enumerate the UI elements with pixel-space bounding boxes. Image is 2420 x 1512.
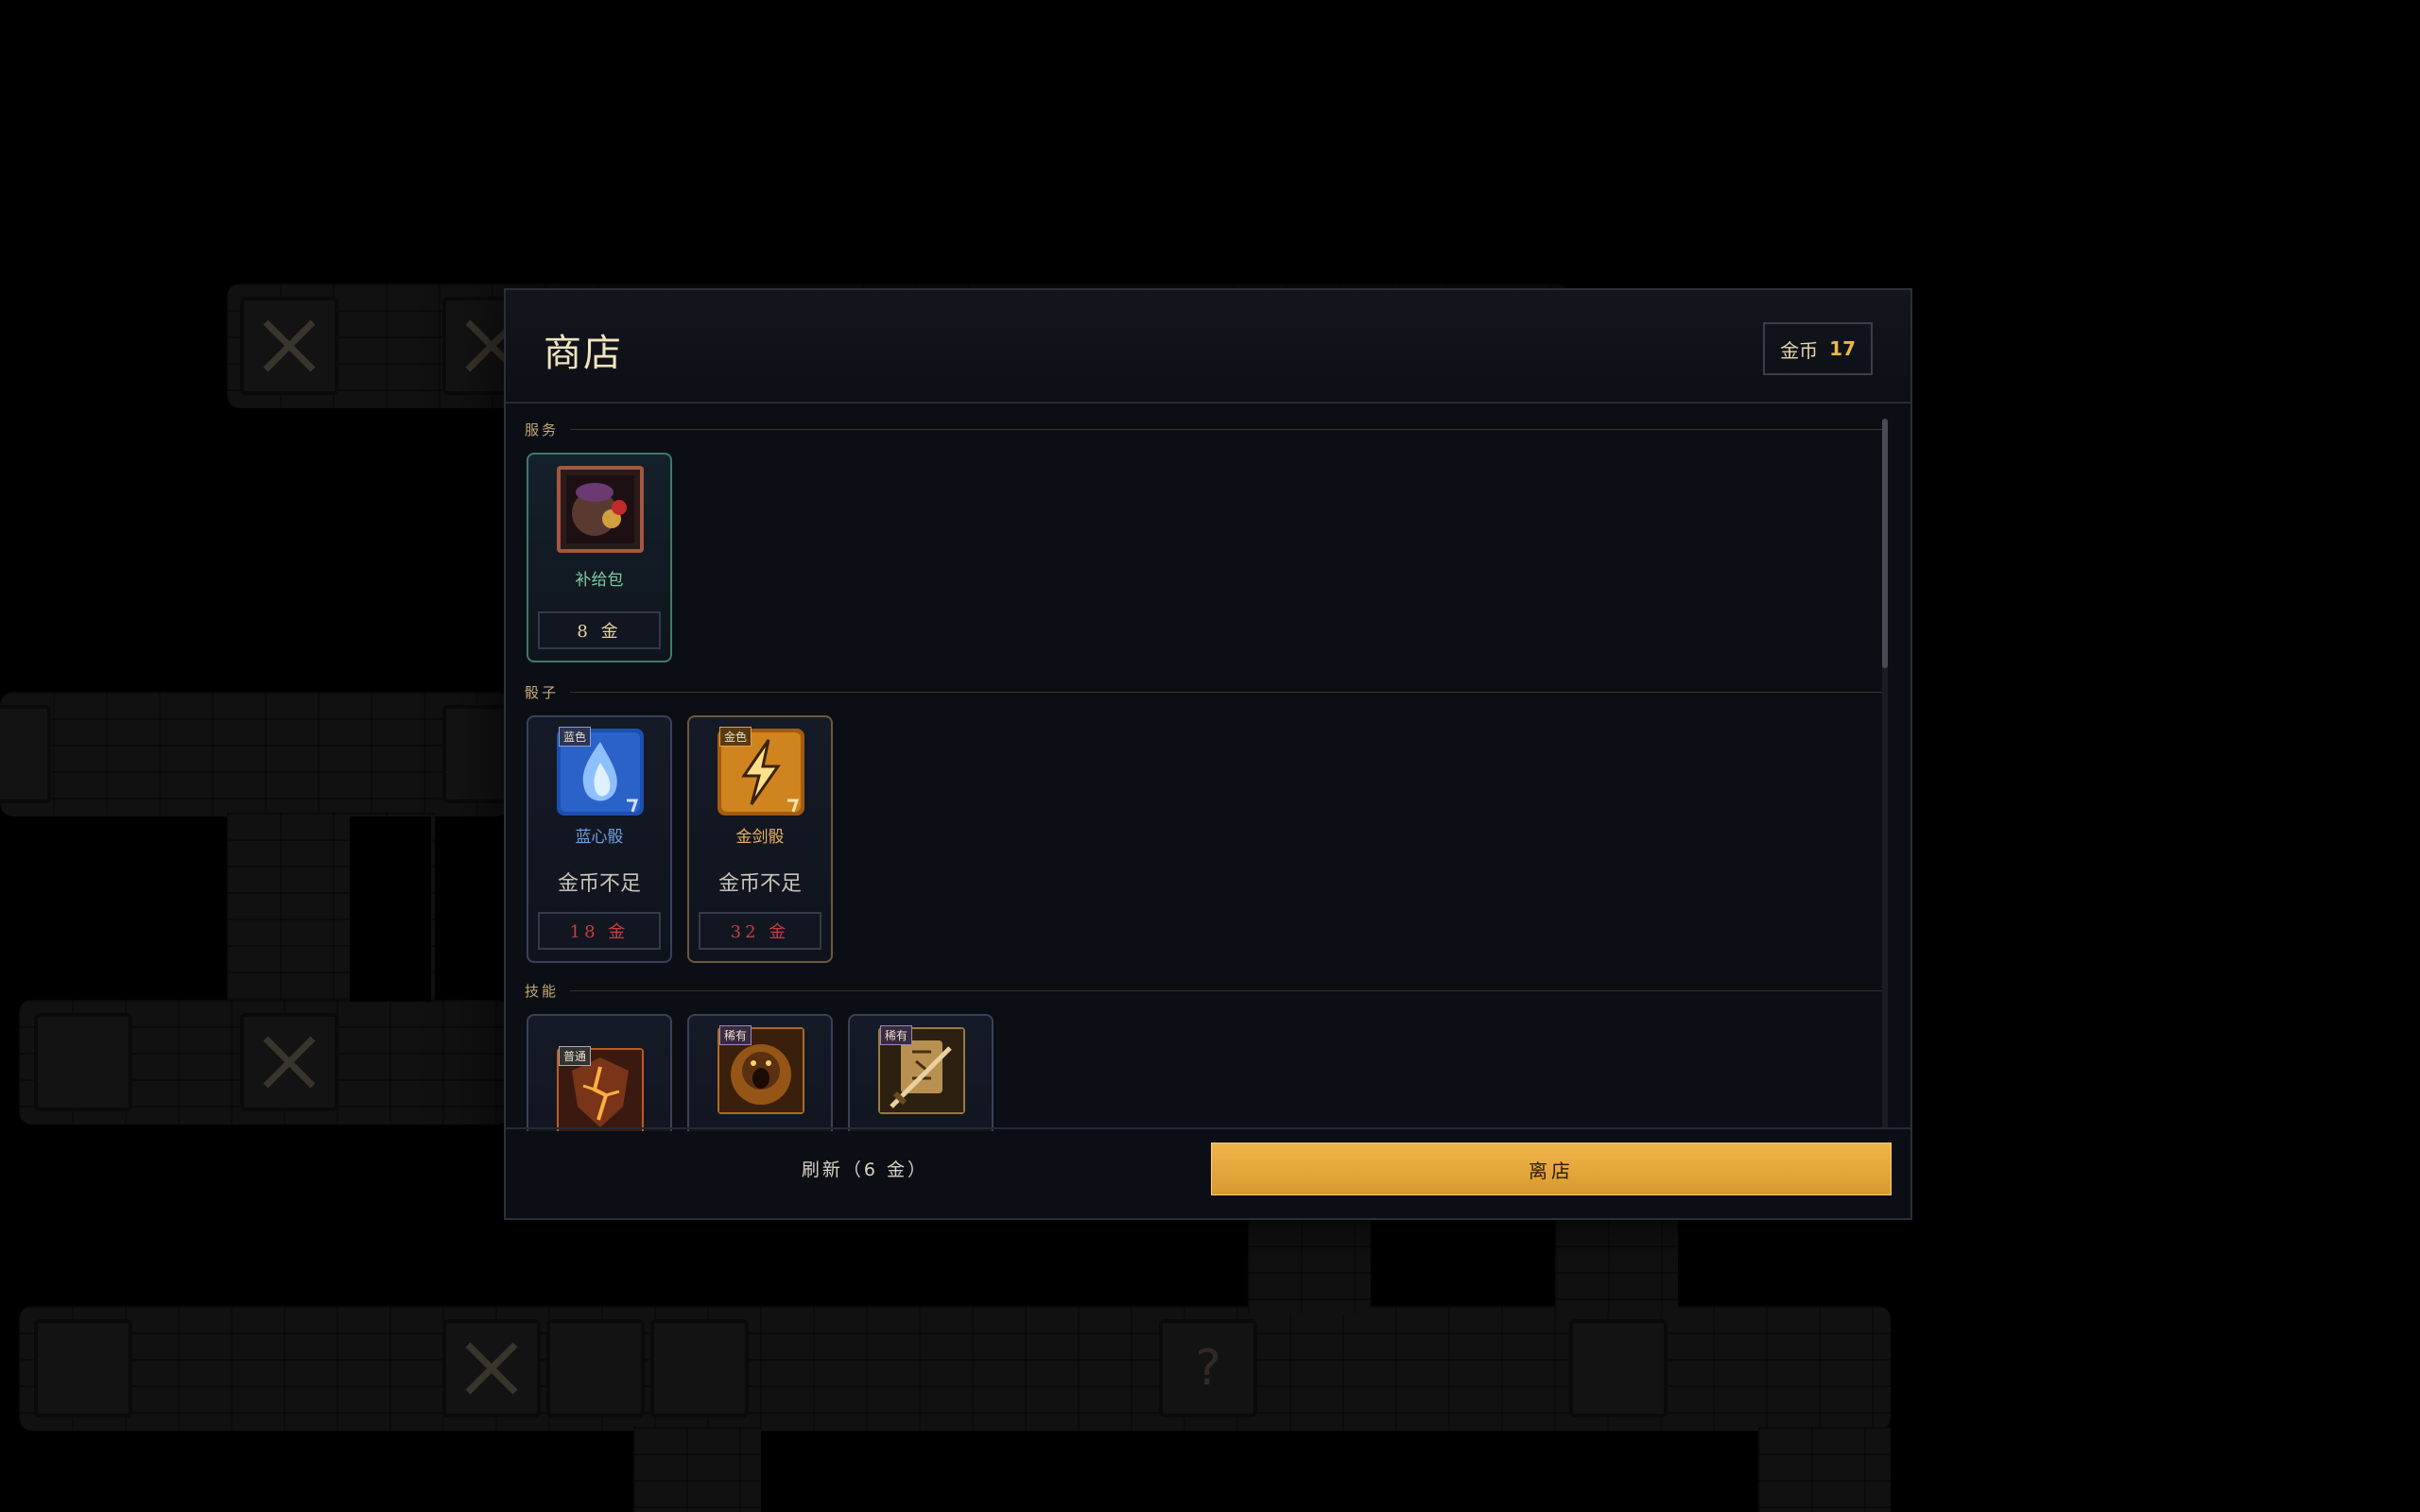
section-title: 服务	[525, 421, 560, 438]
gold-counter: 金币 17	[1763, 322, 1873, 375]
insufficient-gold-label: 金币不足	[717, 872, 802, 896]
shop-item-list[interactable]: 服务 补给包 8 金 骰子 蓝色 蓝心骰 金币不足 18 金 金色 金剑骰 金币…	[506, 404, 1910, 1131]
shop-item-card[interactable]: 金色 金剑骰 金币不足 32 金	[687, 715, 833, 963]
buy-price-button[interactable]: 8 金	[538, 611, 661, 649]
supply-bag-icon	[557, 466, 644, 553]
shop-item-card[interactable]: 稀有	[687, 1014, 833, 1131]
insufficient-gold-label: 金币不足	[557, 872, 641, 896]
shop-item-card[interactable]: 稀有	[848, 1014, 994, 1131]
item-name: 蓝心骰	[575, 828, 624, 847]
section-title: 技能	[525, 982, 560, 1000]
rarity-badge: 稀有	[880, 1025, 913, 1045]
rarity-badge: 蓝色	[559, 727, 592, 747]
rarity-badge: 普通	[559, 1046, 592, 1066]
section-header: 服务	[525, 415, 1884, 443]
section-title: 骰子	[525, 683, 560, 701]
leave-shop-button[interactable]: 离店	[1211, 1143, 1892, 1195]
section-header: 骰子	[525, 678, 1884, 706]
gold-value: 17	[1829, 337, 1856, 360]
shop-item-card[interactable]: 蓝色 蓝心骰 金币不足 18 金	[527, 715, 672, 963]
shop-title: 商店	[544, 332, 623, 375]
rarity-badge: 金色	[719, 727, 752, 747]
buy-price-button[interactable]: 32 金	[699, 912, 821, 950]
gold-label: 金币	[1780, 338, 1819, 362]
shop-dialog: 商店 金币 17 服务 补给包 8 金 骰子 蓝色 蓝心骰 金币不足 18 金 …	[504, 288, 1912, 1220]
shop-header: 商店 金币 17	[506, 290, 1910, 404]
item-name: 补给包	[575, 571, 624, 590]
section-dice: 骰子	[525, 678, 1884, 706]
buy-price-button[interactable]: 18 金	[538, 912, 661, 950]
rarity-badge: 稀有	[719, 1025, 752, 1045]
shop-item-card[interactable]: 补给包 8 金	[527, 453, 672, 662]
item-name: 金剑骰	[735, 828, 785, 847]
refresh-shop-button[interactable]: 刷新（6 金）	[506, 1143, 1224, 1194]
section-header: 技能	[525, 976, 1884, 1005]
section-services: 服务	[525, 415, 1884, 443]
shop-item-card[interactable]: 普通	[527, 1014, 672, 1131]
scrollbar-thumb[interactable]	[1882, 419, 1888, 668]
shop-scrollbar[interactable]	[1882, 419, 1888, 1129]
section-skills: 技能	[525, 976, 1884, 1005]
shop-footer: 刷新（6 金） 离店	[506, 1127, 1910, 1218]
